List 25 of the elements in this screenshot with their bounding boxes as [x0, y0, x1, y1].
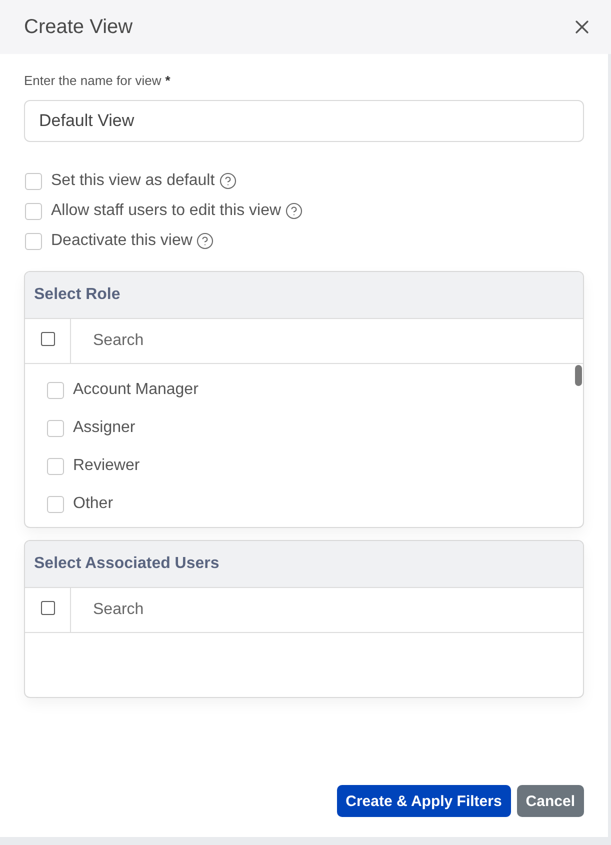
role-option-label: Account Manager [73, 381, 198, 399]
panel-title: Select Role [34, 286, 120, 304]
search-field[interactable]: Search [70, 588, 583, 632]
option-label: Set this view as default [51, 172, 215, 190]
dialog-title: Create View [24, 16, 133, 38]
role-option-label: Reviewer [73, 457, 140, 475]
create-apply-button[interactable]: Create & Apply Filters [336, 785, 511, 817]
help-icon[interactable] [218, 172, 237, 190]
help-icon[interactable] [196, 232, 214, 250]
search-input[interactable]: Search [93, 598, 573, 622]
role-option-label: Assigner [73, 419, 136, 437]
scrollbar-thumb[interactable] [575, 365, 582, 386]
role-option-label: Other [73, 495, 114, 513]
search-input[interactable]: Search [93, 329, 573, 353]
option-label: Deactivate this view [51, 232, 192, 250]
checkbox[interactable] [40, 601, 54, 615]
name-input[interactable]: Default View [24, 100, 584, 142]
option-label: Allow staff users to edit this view [51, 202, 282, 220]
cancel-button[interactable]: Cancel [516, 785, 584, 817]
field-label: Enter the name for view [24, 72, 162, 90]
panel-title: Select Associated Users [34, 555, 220, 573]
checkbox[interactable] [40, 332, 54, 346]
search-field[interactable]: Search [70, 319, 583, 363]
required-mark: * [165, 72, 170, 90]
help-icon[interactable] [285, 202, 304, 220]
